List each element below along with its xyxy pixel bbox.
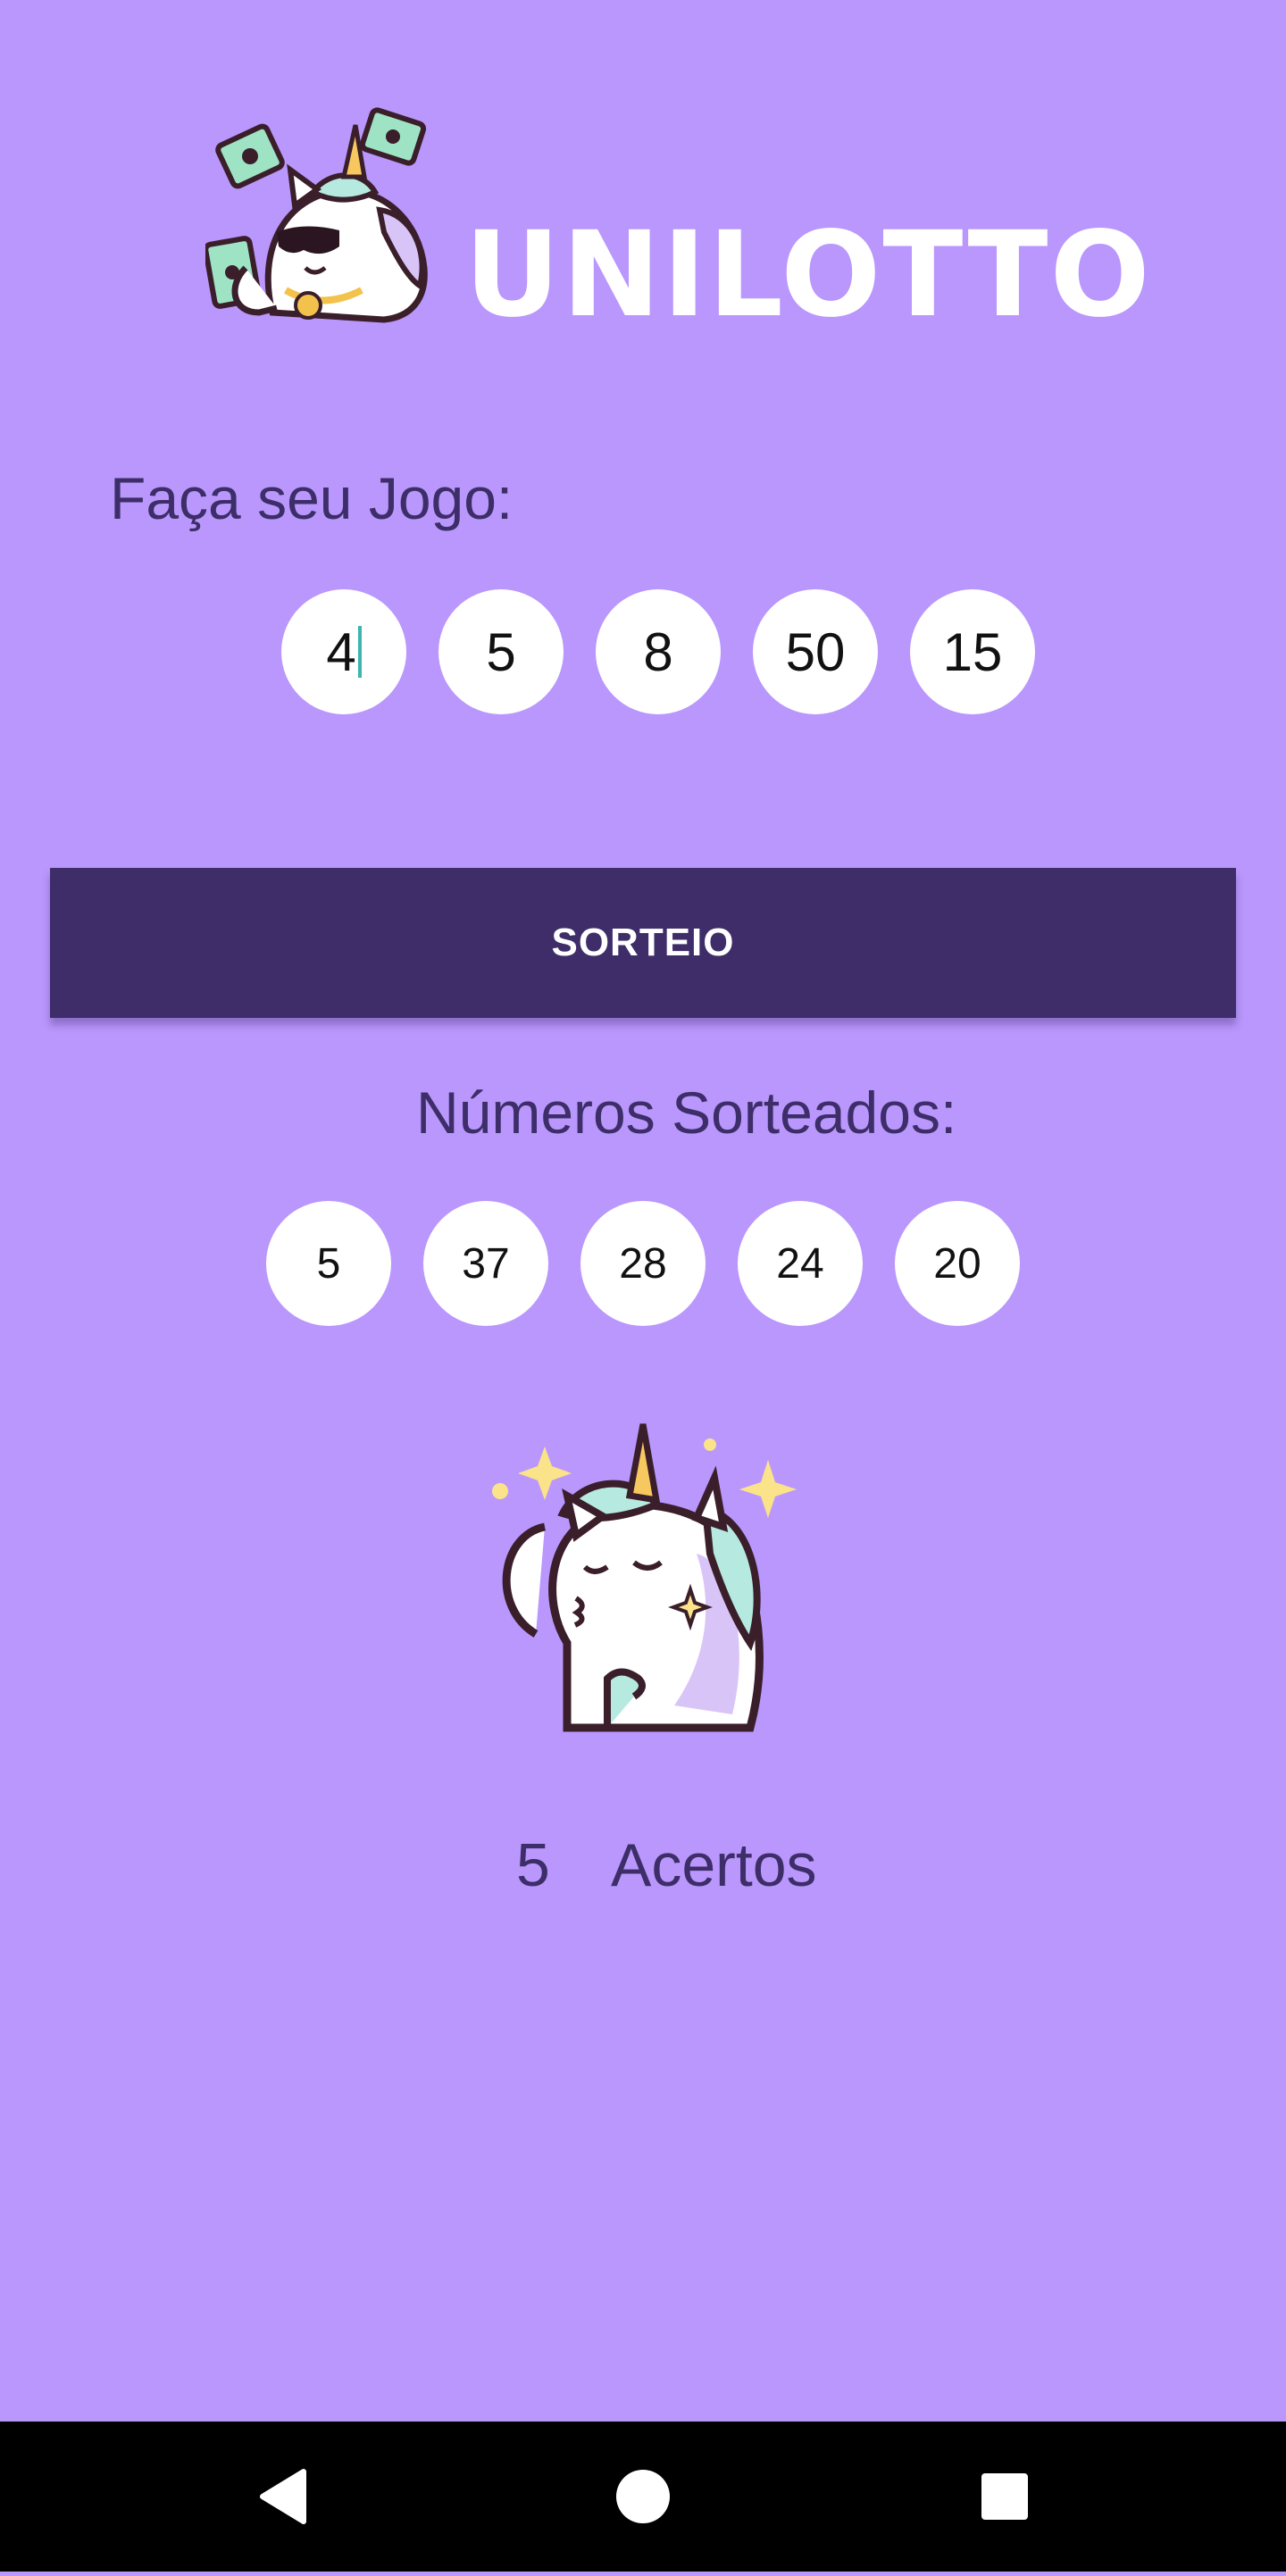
bet-number-input-5[interactable]: 15 — [910, 589, 1035, 714]
result-number-4: 24 — [738, 1201, 863, 1326]
bet-number-input-1[interactable]: 4 — [281, 589, 406, 714]
app-header: UNILOTTO — [205, 107, 1150, 339]
home-button[interactable] — [572, 2422, 714, 2572]
result-number-3: 28 — [580, 1201, 706, 1326]
bet-number-input-2[interactable]: 5 — [438, 589, 564, 714]
text-cursor — [357, 626, 362, 678]
back-button[interactable] — [214, 2422, 357, 2572]
draw-button[interactable]: SORTEIO — [50, 868, 1236, 1018]
result-number-5: 20 — [895, 1201, 1020, 1326]
recents-square-icon — [981, 2473, 1028, 2520]
bet-number-5: 15 — [942, 621, 1003, 682]
bet-number-1: 4 — [326, 621, 356, 682]
hits-label: Acertos — [611, 1831, 817, 1899]
bet-number-2: 5 — [486, 621, 516, 682]
bet-number-3: 8 — [643, 621, 673, 682]
app-title: UNILOTTO — [464, 206, 1152, 344]
result-number-2: 37 — [423, 1201, 548, 1326]
back-triangle-icon — [260, 2469, 306, 2524]
home-circle-icon — [616, 2470, 670, 2523]
money-unicorn-icon — [205, 107, 428, 323]
bet-number-input-4[interactable]: 50 — [753, 589, 878, 714]
result-number-1: 5 — [266, 1201, 391, 1326]
hits-count: 5 — [516, 1831, 550, 1899]
bet-label: Faça seu Jogo: — [110, 465, 514, 531]
results-label: Números Sorteados: — [416, 1080, 957, 1146]
bet-number-4: 50 — [785, 621, 846, 682]
bet-number-input-3[interactable]: 8 — [596, 589, 721, 714]
system-navigation-bar — [0, 2422, 1286, 2572]
happy-unicorn-icon — [492, 1423, 797, 1732]
recents-button[interactable] — [933, 2422, 1076, 2572]
